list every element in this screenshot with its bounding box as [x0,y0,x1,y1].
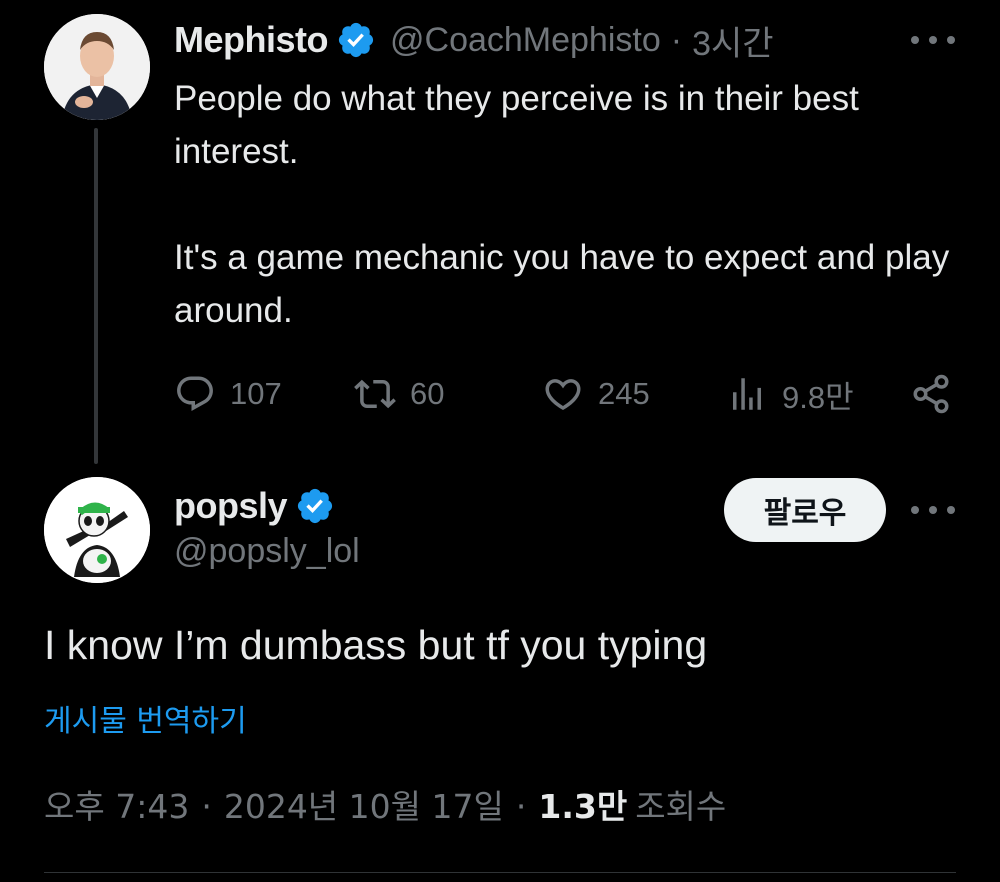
tweet-paragraph: It's a game mechanic you have to expect … [174,238,950,330]
tweet-actions-bar: 107 60 245 9.8만 [174,366,964,422]
avatar-mephisto[interactable] [44,14,150,120]
avatar-mephisto-image [44,14,150,120]
like-icon [545,379,581,411]
tweet-metadata: 오후 7:43 · 2024년 10월 17일 · 1.3만 조회수 [44,780,726,828]
parent-tweet-header: Mephisto @CoachMephisto · 3시간 [174,14,774,66]
divider [44,872,956,873]
views-label: 조회수 [635,787,727,826]
share-button[interactable] [910,366,952,422]
separator-dot: · [670,20,683,59]
reply-icon [177,376,213,411]
post-date[interactable]: 2024년 10월 17일 [224,780,504,828]
display-name[interactable]: Mephisto [174,19,329,61]
translate-post-link[interactable]: 게시물 번역하기 [44,696,247,740]
follow-button[interactable]: 팔로우 [724,478,886,542]
retweet-button[interactable]: 60 [354,366,444,422]
separator-dot: · [201,787,212,826]
retweet-icon [354,379,396,409]
post-time[interactable]: 오후 7:43 [44,780,189,828]
avatar-popsly-image [44,477,150,583]
parent-tweet-text: People do what they perceive is in their… [174,72,974,337]
retweet-count: 60 [410,376,445,411]
handle[interactable]: @CoachMephisto [390,21,661,60]
timestamp[interactable]: 3시간 [692,16,773,65]
views-count: 9.8만 [782,379,854,415]
views-icon [733,378,761,410]
thread-connector-line [94,128,98,464]
separator-dot: · [515,787,527,826]
reply-tweet-header: popsly [174,480,335,532]
tweet-paragraph: People do what they perceive is in their… [174,79,859,171]
like-count: 245 [598,376,650,411]
reply-tweet-text: I know I’m dumbass but tf you typing [44,622,708,668]
views-button[interactable]: 9.8만 [726,366,854,422]
views-count: 1.3만 [538,787,628,826]
avatar-popsly[interactable] [44,477,150,583]
more-options-icon[interactable] [911,30,955,50]
display-name[interactable]: popsly [174,485,288,527]
verified-badge-icon[interactable] [295,486,335,526]
more-options-icon[interactable] [911,500,955,520]
reply-button[interactable]: 107 [174,366,282,422]
verified-badge-icon[interactable] [336,20,376,60]
share-icon [913,374,949,414]
reply-count: 107 [230,376,282,411]
like-button[interactable]: 245 [542,366,650,422]
handle[interactable]: @popsly_lol [174,532,360,571]
